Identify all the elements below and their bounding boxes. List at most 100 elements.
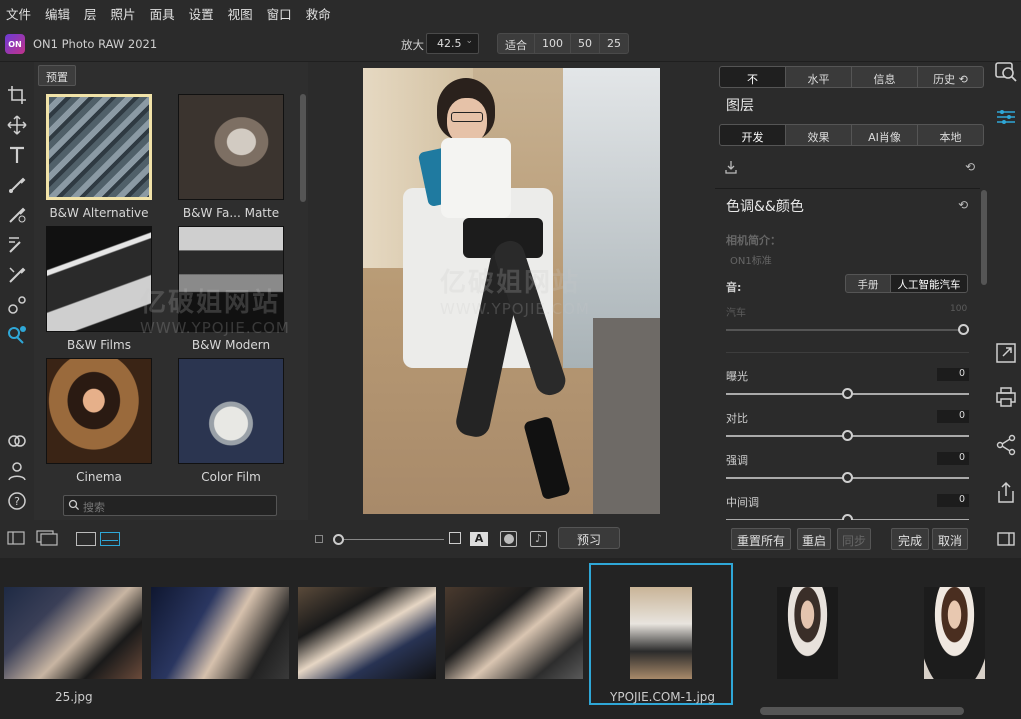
filmstrip-scrollbar[interactable] — [760, 707, 964, 715]
tab-levels[interactable]: 水平 — [785, 66, 852, 88]
zoom-fit-button[interactable]: 适合 — [497, 33, 535, 54]
zoom-100-button[interactable]: 100 — [534, 33, 571, 54]
filmstrip-thumb[interactable] — [445, 587, 583, 679]
preview-button[interactable]: 预习 — [558, 527, 620, 549]
help-icon[interactable]: ? — [6, 490, 28, 512]
tone-manual-button[interactable]: 手册 — [845, 274, 891, 293]
soft-proof-icon[interactable]: ♪ — [530, 531, 547, 547]
zoom-50-button[interactable]: 50 — [570, 33, 600, 54]
exposure-slider[interactable] — [726, 388, 969, 400]
menu-settings[interactable]: 设置 — [189, 4, 214, 23]
cancel-button[interactable]: 取消 — [932, 528, 968, 550]
menu-mask[interactable]: 面具 — [150, 4, 175, 23]
brush-icon[interactable] — [6, 174, 28, 196]
refine-brush-icon[interactable] — [6, 264, 28, 286]
tab-none[interactable]: 不 — [719, 66, 786, 88]
thumb-size-slider[interactable] — [334, 539, 444, 540]
exposure-value[interactable]: 0 — [937, 368, 969, 381]
slider-knob[interactable] — [842, 388, 853, 399]
slider-knob[interactable] — [842, 472, 853, 483]
contrast-slider[interactable] — [726, 430, 969, 442]
toggle-right-panel-icon[interactable] — [993, 526, 1019, 552]
menu-edit[interactable]: 编辑 — [45, 4, 70, 23]
menu-help[interactable]: 救命 — [306, 4, 331, 23]
preset-bw-faded-matte[interactable]: B&W Fa... Matte — [178, 94, 284, 220]
layers-circles-icon[interactable] — [6, 430, 28, 452]
menu-view[interactable]: 视图 — [228, 4, 253, 23]
reset-all-button[interactable]: 重置所有 — [731, 528, 791, 550]
reset-button[interactable]: 重启 — [797, 528, 831, 550]
mask-overlay-icon[interactable] — [500, 531, 517, 547]
camera-profile-value[interactable]: ON1标准 — [730, 252, 772, 267]
resize-export-icon[interactable] — [993, 340, 1019, 366]
filmstrip-thumb[interactable] — [151, 587, 289, 679]
edit-sliders-icon[interactable] — [993, 104, 1019, 130]
presets-button[interactable]: 预置 — [38, 65, 76, 86]
tone-label: 音: — [726, 281, 742, 294]
share-icon[interactable] — [993, 432, 1019, 458]
midtones-value[interactable]: 0 — [937, 494, 969, 507]
gradient-mask-icon[interactable] — [6, 234, 28, 256]
menu-window[interactable]: 窗口 — [267, 4, 292, 23]
portrait-tool-icon[interactable] — [6, 324, 28, 346]
send-to-icon[interactable] — [993, 480, 1019, 506]
crop-icon[interactable] — [6, 84, 28, 106]
contrast-value[interactable]: 0 — [937, 410, 969, 423]
reset-icon[interactable]: ⟲ — [965, 160, 975, 174]
highlights-value[interactable]: 0 — [937, 452, 969, 465]
filmstrip-thumb[interactable] — [298, 587, 436, 679]
tab-history[interactable]: 历史 ⟲ — [917, 66, 984, 88]
preset-cinema[interactable]: Cinema — [46, 358, 152, 484]
menu-layer[interactable]: 层 — [84, 4, 97, 23]
presets-header: 预置 — [34, 62, 308, 90]
retouch-icon[interactable] — [6, 294, 28, 316]
slider-knob[interactable] — [842, 430, 853, 441]
thumb-size-small-icon[interactable] — [315, 535, 323, 543]
preset-color-film[interactable]: Color Film — [178, 358, 284, 484]
text-overlay-icon[interactable]: A — [470, 532, 488, 546]
midtones-label: 中间调 — [726, 496, 759, 509]
filmstrip-thumb[interactable] — [924, 587, 985, 679]
user-icon[interactable] — [6, 460, 28, 482]
browse-lens-icon[interactable] — [993, 58, 1019, 84]
preset-search-input[interactable]: 搜索 — [63, 495, 277, 516]
preset-bw-alternative[interactable]: B&W Alternative — [46, 94, 152, 220]
import-icon[interactable] — [724, 160, 738, 174]
filmstrip-thumb[interactable] — [4, 587, 142, 679]
slider-knob[interactable] — [958, 324, 969, 335]
toggle-left-panel-icon[interactable] — [7, 531, 25, 545]
text-icon[interactable] — [6, 144, 28, 166]
presets-scrollbar[interactable] — [300, 94, 306, 202]
thumb-size-knob[interactable] — [333, 534, 344, 545]
tab-ai-portrait[interactable]: AI肖像 — [851, 124, 918, 146]
auto-amount-slider[interactable] — [726, 324, 969, 336]
move-icon[interactable] — [6, 114, 28, 136]
print-icon[interactable] — [993, 384, 1019, 410]
preset-bw-films[interactable]: B&W Films — [46, 226, 152, 352]
tab-history-label: 历史 — [933, 73, 956, 86]
highlights-slider[interactable] — [726, 472, 969, 484]
tab-develop[interactable]: 开发 — [719, 124, 786, 146]
filmstrip-thumb[interactable] — [777, 587, 838, 679]
menu-photo[interactable]: 照片 — [111, 4, 136, 23]
masking-brush-icon[interactable] — [6, 204, 28, 226]
section-reset-icon[interactable]: ⟲ — [958, 198, 968, 212]
compare-view-icon[interactable] — [36, 530, 58, 546]
preset-thumbnail — [46, 358, 152, 464]
tone-ai-auto-button[interactable]: 人工智能汽车 — [890, 274, 968, 293]
zoom-select[interactable]: 42.5 ⌄ — [426, 33, 479, 54]
tab-info[interactable]: 信息 — [851, 66, 918, 88]
single-view-icon[interactable] — [76, 532, 96, 546]
done-button[interactable]: 完成 — [891, 528, 929, 550]
thumb-size-large-icon[interactable] — [449, 532, 461, 544]
slider-knob[interactable] — [842, 514, 853, 520]
auto-amount-label: 汽车 — [726, 308, 746, 319]
zoom-25-button[interactable]: 25 — [599, 33, 629, 54]
filmstrip-view-icon[interactable] — [100, 532, 120, 546]
midtones-slider[interactable] — [726, 514, 969, 520]
right-panel-scrollbar[interactable] — [981, 190, 987, 285]
menu-file[interactable]: 文件 — [6, 4, 31, 23]
sync-button[interactable]: 同步 — [837, 528, 871, 550]
tab-local[interactable]: 本地 — [917, 124, 984, 146]
tab-effects[interactable]: 效果 — [785, 124, 852, 146]
